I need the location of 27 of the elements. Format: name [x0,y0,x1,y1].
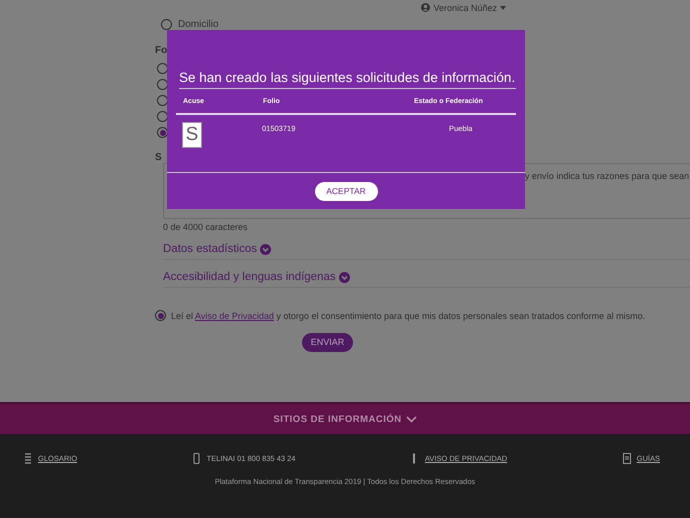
radio-button[interactable] [157,111,168,122]
section-toggle[interactable]: Datos estadísticos [163,243,271,255]
section-toggle[interactable]: Accesibilidad y lenguas indígenas [163,271,350,283]
submit-button[interactable]: ENVIAR [302,332,353,352]
accept-button[interactable]: ACEPTAR [314,182,378,200]
field-label: S [155,152,163,163]
radio-button[interactable] [157,79,168,90]
radio-button[interactable] [157,63,168,74]
dialog-title: Se han creado las siguientes solicitudes de información. [179,70,516,89]
caret-icon [500,6,506,10]
radio-button[interactable] [161,18,172,30]
sites-toggle[interactable]: SITIOS DE INFORMACIÓN [267,412,423,426]
option-label: Domicilio [178,18,219,30]
chevron-circle-icon [338,272,350,282]
user-icon [421,3,430,12]
phone-icon [192,453,201,464]
chevron-circle-icon [260,244,271,254]
user-menu[interactable]: Veronica Núñez [421,2,506,13]
privacy-link[interactable]: Aviso de Privacidad [195,310,274,320]
radio-button[interactable] [157,95,168,106]
consent-checkbox[interactable] [155,310,166,321]
document-thumbnail[interactable]: S [182,122,202,148]
character-counter: 0 de 4000 caracteres [163,222,249,232]
chevron-down-icon [406,416,417,422]
section-label: Fo [155,45,168,56]
radio-button[interactable] [157,127,168,138]
consent-text: Leí el Aviso de Privacidad y otorgo el consentimiento para que mis datos personales sean tratados conforme al mismo. [171,310,646,320]
